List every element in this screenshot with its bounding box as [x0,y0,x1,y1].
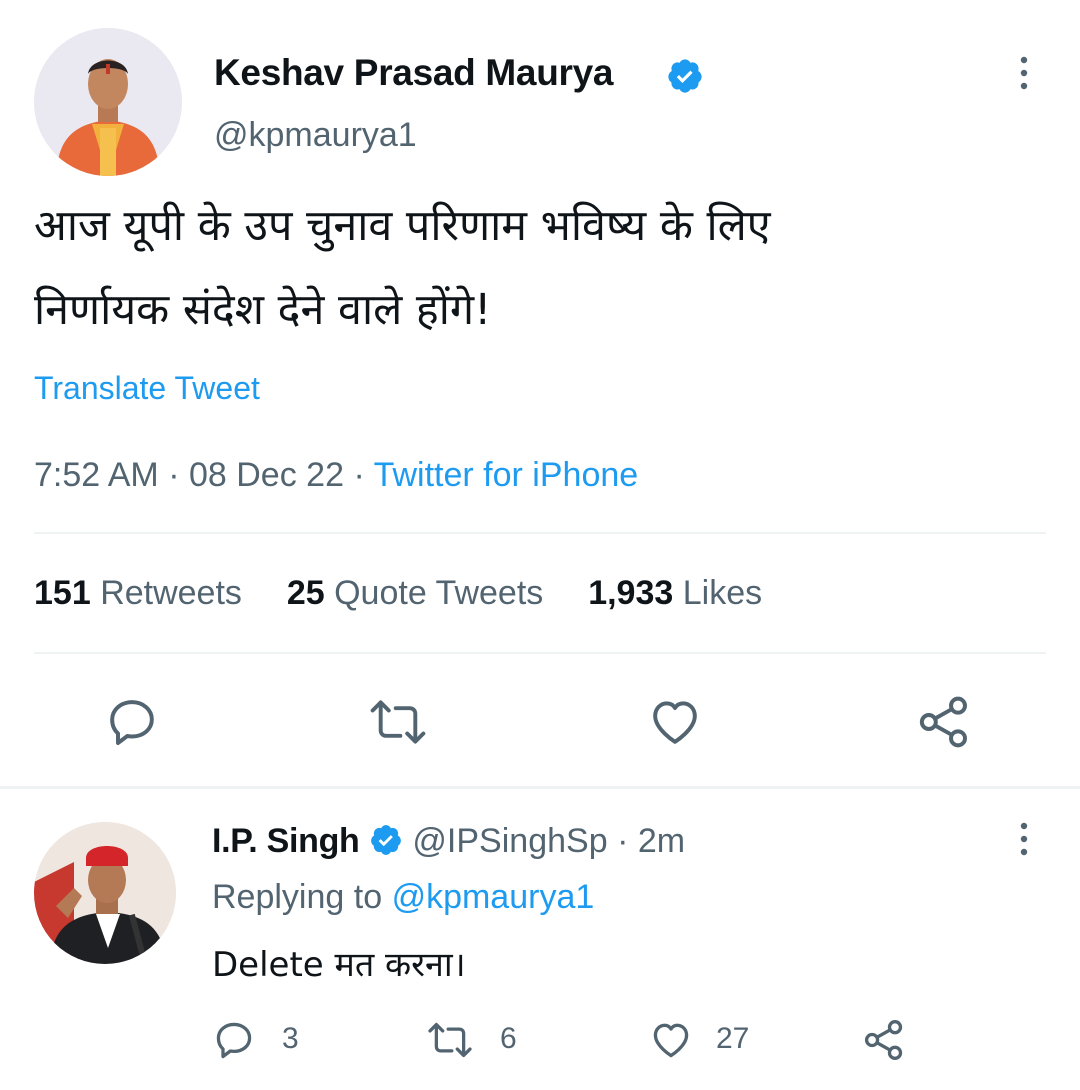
more-options-icon[interactable] [1012,54,1036,94]
retweet-icon[interactable] [368,696,428,748]
reply-count: 3 [282,1022,299,1055]
reply-icon[interactable] [104,694,160,750]
like-icon[interactable] [646,694,704,750]
reply-header: I.P. Singh @IPSinghSp · 2m [212,822,685,861]
retweets-label: Retweets [100,574,242,612]
likes-label: Likes [682,574,763,612]
likes-count: 1,933 [588,574,674,612]
tweet-time: 7:52 AM [34,456,159,494]
verified-badge-icon [666,57,704,95]
reply-icon[interactable] [212,1018,256,1062]
reply-author-avatar[interactable] [34,822,176,964]
retweets-stat[interactable]: 151 Retweets [34,574,242,612]
author-handle[interactable]: @kpmaurya1 [214,116,417,155]
tweet-stats: 151 Retweets 25 Quote Tweets 1,933 Likes [34,574,762,613]
tweet-date: 08 Dec 22 [188,456,344,494]
tweet-text-line-2: निर्णायक संदेश देने वाले होंगे! [34,285,492,335]
author-name[interactable]: Keshav Prasad Maurya [214,52,613,94]
section-divider [0,786,1080,789]
like-count: 27 [716,1022,750,1055]
reply-author-handle[interactable]: @IPSinghSp [412,822,607,860]
replying-to: Replying to @kpmaurya1 [212,878,594,917]
retweet-icon[interactable] [426,1020,474,1060]
quote-tweets-label: Quote Tweets [334,574,544,612]
share-icon[interactable] [862,1018,906,1062]
author-avatar[interactable] [34,28,182,176]
reply-age: · 2m [617,822,686,860]
share-icon[interactable] [916,694,972,750]
quote-tweets-stat[interactable]: 25 Quote Tweets [287,574,543,612]
reply-action-bar: 3 6 27 [212,1016,912,1064]
retweet-count: 6 [500,1022,517,1055]
quote-tweets-count: 25 [286,574,325,612]
likes-stat[interactable]: 1,933 Likes [588,574,762,612]
replying-to-handle[interactable]: @kpmaurya1 [392,878,595,916]
reply-author-name[interactable]: I.P. Singh [212,822,360,860]
divider [34,532,1046,534]
divider [34,652,1046,654]
reply-text: Delete मत करना। [212,945,466,985]
replying-to-prefix: Replying to [212,878,383,916]
translate-tweet-link[interactable]: Translate Tweet [34,370,260,407]
verified-badge-icon [369,823,403,857]
tweet-meta: 7:52 AM · 08 Dec 22 · Twitter for iPhone [34,456,638,495]
tweet-text-line-1: आज यूपी के उप चुनाव परिणाम भविष्य के लिए [34,201,771,251]
more-options-icon[interactable] [1012,820,1036,860]
like-icon[interactable] [648,1018,694,1062]
meta-separator: · [168,456,180,494]
retweets-count: 151 [34,574,91,612]
tweet-source-link[interactable]: Twitter for iPhone [374,456,639,494]
meta-separator: · [353,456,365,494]
